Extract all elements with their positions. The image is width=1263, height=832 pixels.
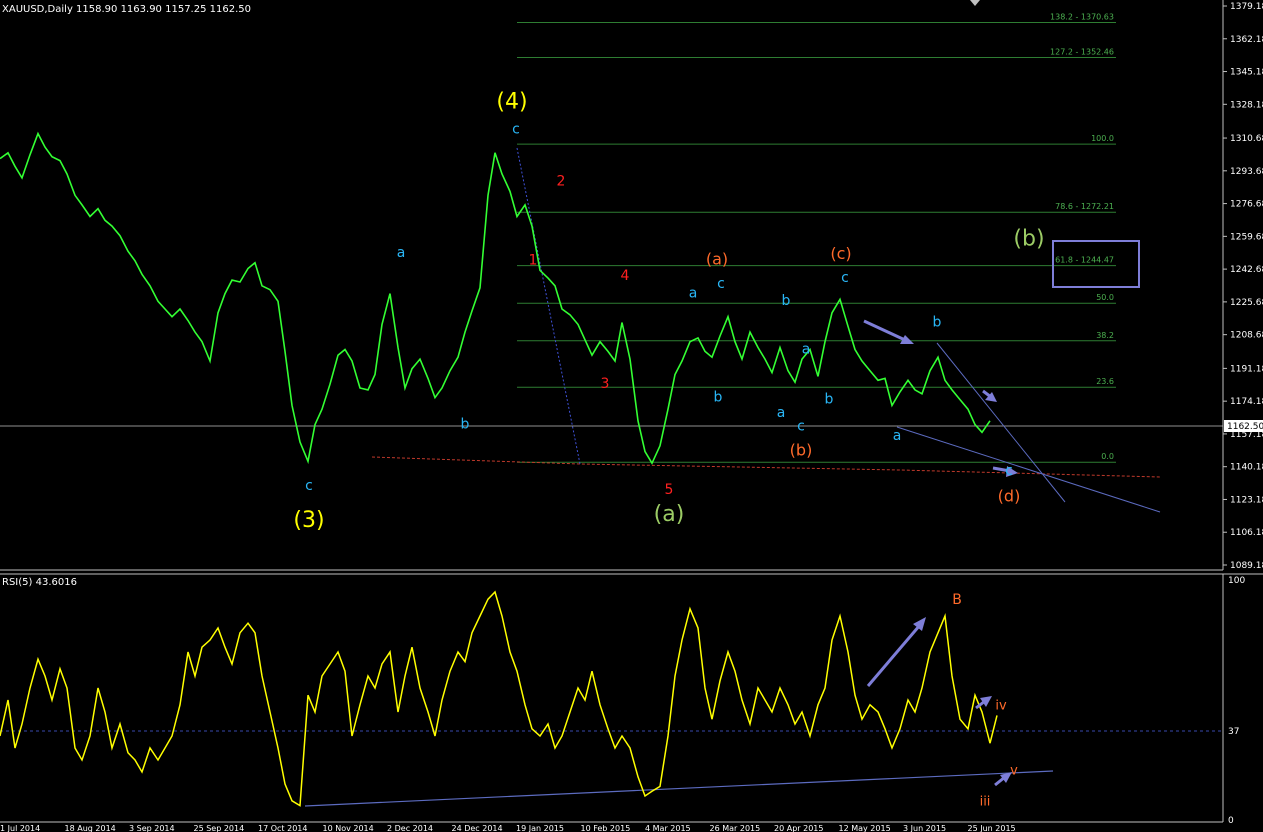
wave-label: (4) bbox=[496, 90, 527, 115]
price-tick-label: 1276.68 bbox=[1230, 200, 1263, 210]
date-tick-label: 20 Apr 2015 bbox=[774, 824, 823, 832]
fib-level-label: 50.0 bbox=[1096, 293, 1114, 302]
rsi-label: RSI(5) 43.6016 bbox=[2, 577, 77, 588]
date-tick-label: 1 Jul 2014 bbox=[0, 824, 40, 832]
wave-label: 4 bbox=[621, 268, 630, 284]
fib-level-label: 38.2 bbox=[1096, 331, 1114, 340]
price-tick-label: 1379.18 bbox=[1230, 2, 1263, 12]
date-tick-label: 10 Nov 2014 bbox=[323, 824, 374, 832]
wave-label: b bbox=[782, 293, 791, 309]
date-tick-label: 2 Dec 2014 bbox=[387, 824, 433, 832]
rsi-wave-label: v bbox=[1010, 763, 1018, 778]
wave-label: c bbox=[797, 418, 805, 434]
price-tick-label: 1106.18 bbox=[1230, 528, 1263, 538]
wave-label: 3 bbox=[601, 376, 610, 392]
rsi-tick-label: 100 bbox=[1228, 576, 1245, 586]
rsi-tick-label: 37 bbox=[1228, 727, 1239, 737]
wave-label: a bbox=[397, 245, 406, 261]
trading-chart[interactable]: 138.2 - 1370.63127.2 - 1352.46100.078.6 … bbox=[0, 0, 1263, 832]
price-tick-label: 1293.68 bbox=[1230, 167, 1263, 177]
date-tick-label: 10 Feb 2015 bbox=[581, 824, 631, 832]
rsi-tick-label: 0 bbox=[1228, 816, 1234, 826]
price-tick-label: 1174.18 bbox=[1230, 397, 1263, 407]
price-tick-label: 1123.18 bbox=[1230, 495, 1263, 505]
date-tick-label: 25 Sep 2014 bbox=[194, 824, 245, 832]
date-tick-label: 3 Sep 2014 bbox=[129, 824, 175, 832]
wave-label: c bbox=[1005, 463, 1013, 479]
date-tick-label: 24 Dec 2014 bbox=[452, 824, 503, 832]
wave-label: a bbox=[777, 405, 786, 421]
fib-level-label: 138.2 - 1370.63 bbox=[1050, 12, 1114, 21]
price-tick-label: 1208.68 bbox=[1230, 331, 1263, 341]
wave-label: c bbox=[305, 478, 313, 494]
wave-label: (3) bbox=[293, 508, 324, 533]
wave-label: c bbox=[717, 276, 725, 292]
price-tick-label: 1225.68 bbox=[1230, 298, 1263, 308]
wave-label: (a) bbox=[706, 250, 728, 269]
symbol-info: XAUUSD,Daily 1158.90 1163.90 1157.25 116… bbox=[2, 4, 251, 15]
wave-label: (b) bbox=[790, 440, 813, 459]
price-tick-label: 1345.18 bbox=[1230, 68, 1263, 78]
price-tick-label: 1242.68 bbox=[1230, 265, 1263, 275]
fib-level-label: 78.6 - 1272.21 bbox=[1055, 202, 1114, 211]
wave-label: (d) bbox=[998, 487, 1021, 506]
date-tick-label: 17 Oct 2014 bbox=[258, 824, 307, 832]
rsi-wave-label: B bbox=[952, 592, 962, 608]
wave-label: a bbox=[802, 341, 811, 357]
wave-label: b bbox=[933, 314, 942, 330]
date-tick-label: 25 Jun 2015 bbox=[968, 824, 1016, 832]
price-tick-label: 1259.68 bbox=[1230, 232, 1263, 242]
price-tick-label: 1089.18 bbox=[1230, 561, 1263, 571]
wave-label: (b) bbox=[1013, 226, 1044, 251]
date-tick-label: 4 Mar 2015 bbox=[645, 824, 691, 832]
date-tick-label: 26 Mar 2015 bbox=[710, 824, 761, 832]
fib-level-label: 0.0 bbox=[1101, 452, 1114, 461]
wave-label: (a) bbox=[654, 502, 685, 527]
price-tick-label: 1328.18 bbox=[1230, 100, 1263, 110]
wave-label: b bbox=[714, 390, 723, 406]
rsi-wave-label: iv bbox=[995, 699, 1007, 714]
current-price-label: 1162.50 bbox=[1227, 422, 1263, 432]
wave-label: 5 bbox=[665, 482, 674, 498]
fib-level-label: 61.8 - 1244.47 bbox=[1055, 256, 1114, 265]
price-tick-label: 1140.18 bbox=[1230, 463, 1263, 473]
wave-label: b bbox=[825, 391, 834, 407]
date-tick-label: 3 Jun 2015 bbox=[903, 824, 946, 832]
wave-label: c bbox=[512, 122, 520, 138]
rsi-wave-label: iii bbox=[980, 795, 991, 810]
chart-background bbox=[0, 0, 1263, 832]
fib-level-label: 23.6 bbox=[1096, 377, 1114, 386]
fib-level-label: 127.2 - 1352.46 bbox=[1050, 48, 1114, 57]
wave-label: b bbox=[461, 416, 470, 432]
price-tick-label: 1310.68 bbox=[1230, 134, 1263, 144]
wave-label: (c) bbox=[830, 244, 851, 263]
date-tick-label: 19 Jan 2015 bbox=[516, 824, 564, 832]
date-tick-label: 18 Aug 2014 bbox=[65, 824, 116, 832]
fib-level-label: 100.0 bbox=[1091, 134, 1114, 143]
price-tick-label: 1191.18 bbox=[1230, 364, 1263, 374]
wave-label: 1 bbox=[529, 253, 538, 269]
wave-label: a bbox=[689, 285, 698, 301]
price-tick-label: 1362.18 bbox=[1230, 35, 1263, 45]
wave-label: a bbox=[893, 428, 902, 444]
wave-label: 2 bbox=[557, 174, 566, 190]
date-tick-label: 12 May 2015 bbox=[839, 824, 891, 832]
wave-label: c bbox=[841, 270, 849, 286]
